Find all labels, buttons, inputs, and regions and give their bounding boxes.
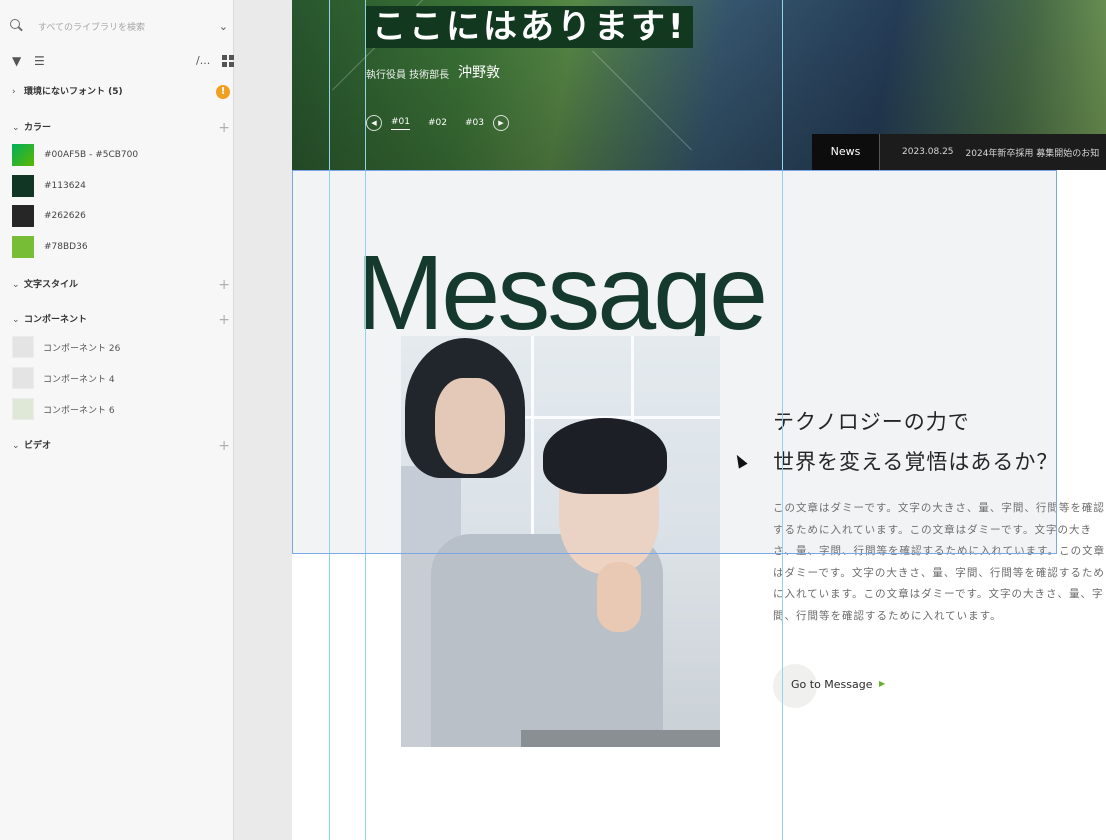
slide-indicator[interactable]: #03 [465,118,484,128]
catchcopy-line: 世界を変える覚悟はあるか？ [773,450,1059,474]
component-item[interactable]: コンポーネント 26 [12,335,230,359]
artboard[interactable]: ここにはあります! 執行役員 技術部長 沖野敦 ◀ #01 #02 #03 ▶ … [292,0,1106,840]
color-item[interactable]: #113624 [12,174,230,198]
add-component-icon[interactable]: + [218,311,230,329]
component-item[interactable]: コンポーネント 4 [12,366,230,390]
catchcopy-line: テクノロジーの力で [773,410,970,434]
slide-indicator[interactable]: #01 [391,117,410,130]
missing-fonts-section[interactable]: › 環境にないフォント (5) ! [12,83,230,101]
add-video-icon[interactable]: + [218,437,230,455]
chevron-down-icon: ⌄ [12,280,20,290]
button-label: Go to Message [791,678,873,691]
component-thumbnail [12,398,34,420]
message-catchcopy: テクノロジーの力で 世界を変える覚悟はあるか？ [773,402,1058,482]
adobe-xd-workspace: すべてのライブラリを検索 ⌄ ▼ ☰ /... › 環境にないフォント (5) !… [0,0,1106,840]
component-label: コンポーネント 26 [43,343,121,354]
grid-view-icon[interactable] [222,55,234,67]
sort-icon[interactable]: ☰ [34,52,45,70]
person-figure [597,562,641,632]
search-icon [10,19,24,33]
color-swatch [12,175,34,197]
color-item[interactable]: #262626 [12,204,230,228]
colors-section-header[interactable]: ⌄ カラー + [12,119,230,137]
missing-fonts-label: 環境にないフォント (5) [24,87,123,97]
color-swatch [12,205,34,227]
components-label: コンポーネント [24,315,88,325]
hero-name: 沖野敦 [458,65,500,81]
chevron-down-icon: ⌄ [12,441,20,451]
chevron-right-icon: › [12,87,16,97]
message-body: この文章はダミーです。文字の大きさ、量、字間、行間等を確認するために入れています… [773,502,1106,622]
component-thumbnail [12,367,34,389]
hero-title: ここにはあります! [366,6,693,48]
text-styles-label: 文字スタイル [24,280,79,290]
search-input[interactable]: すべてのライブラリを検索 [38,20,219,33]
warning-icon: ! [216,85,230,99]
color-label: #78BD36 [44,242,88,252]
color-swatch [12,236,34,258]
chevron-down-icon: ⌄ [12,123,20,133]
message-heading: Message [356,234,768,352]
library-search[interactable]: すべてのライブラリを検索 ⌄ [10,12,236,40]
news-headline[interactable]: 2024年新卒採用 募集開始のお知 [966,146,1100,159]
add-text-style-icon[interactable]: + [218,276,230,294]
filter-icon[interactable]: ▼ [12,52,21,70]
component-label: コンポーネント 6 [43,405,115,416]
text-styles-section-header[interactable]: ⌄ 文字スタイル + [12,276,230,294]
chevron-down-icon: ⌄ [12,315,20,325]
color-label: #00AF5B - #5CB700 [44,150,139,160]
colors-label: カラー [24,123,52,133]
library-panel: すべてのライブラリを検索 ⌄ ▼ ☰ /... › 環境にないフォント (5) !… [0,0,234,840]
color-item[interactable]: #78BD36 [12,235,230,259]
news-bar[interactable]: News 2023.08.25 2024年新卒採用 募集開始のお知 [812,134,1106,170]
video-label: ビデオ [24,441,52,451]
video-section-header[interactable]: ⌄ ビデオ + [12,437,230,455]
add-color-icon[interactable]: + [218,119,230,137]
color-label: #113624 [44,181,86,191]
component-thumbnail [12,336,34,358]
person-figure [543,418,667,494]
prev-arrow-icon[interactable]: ◀ [366,115,382,131]
hero-section[interactable]: ここにはあります! 執行役員 技術部長 沖野敦 ◀ #01 #02 #03 ▶ … [292,0,1106,170]
desk [521,730,720,747]
person-figure [435,378,505,474]
slide-indicator[interactable]: #02 [428,118,447,128]
components-section-header[interactable]: ⌄ コンポーネント + [12,311,230,329]
go-to-message-button[interactable]: Go to Message ▶ [773,664,913,708]
library-toolbar: ▼ ☰ /... [12,52,234,70]
hero-role: 執行役員 技術部長 [366,70,450,81]
path-indicator[interactable]: /... [196,52,210,70]
component-item[interactable]: コンポーネント 6 [12,397,230,421]
component-label: コンポーネント 4 [43,374,115,385]
news-date: 2023.08.25 [902,147,954,157]
news-label: News [812,134,880,170]
arrow-right-icon: ▶ [879,679,886,688]
next-arrow-icon[interactable]: ▶ [493,115,509,131]
hero-slider-nav: ◀ #01 #02 #03 ▶ [366,114,509,132]
color-swatch [12,144,34,166]
color-label: #262626 [44,211,86,221]
message-photo [401,336,720,747]
color-item[interactable]: #00AF5B - #5CB700 [12,143,230,167]
chevron-down-icon[interactable]: ⌄ [219,20,228,33]
